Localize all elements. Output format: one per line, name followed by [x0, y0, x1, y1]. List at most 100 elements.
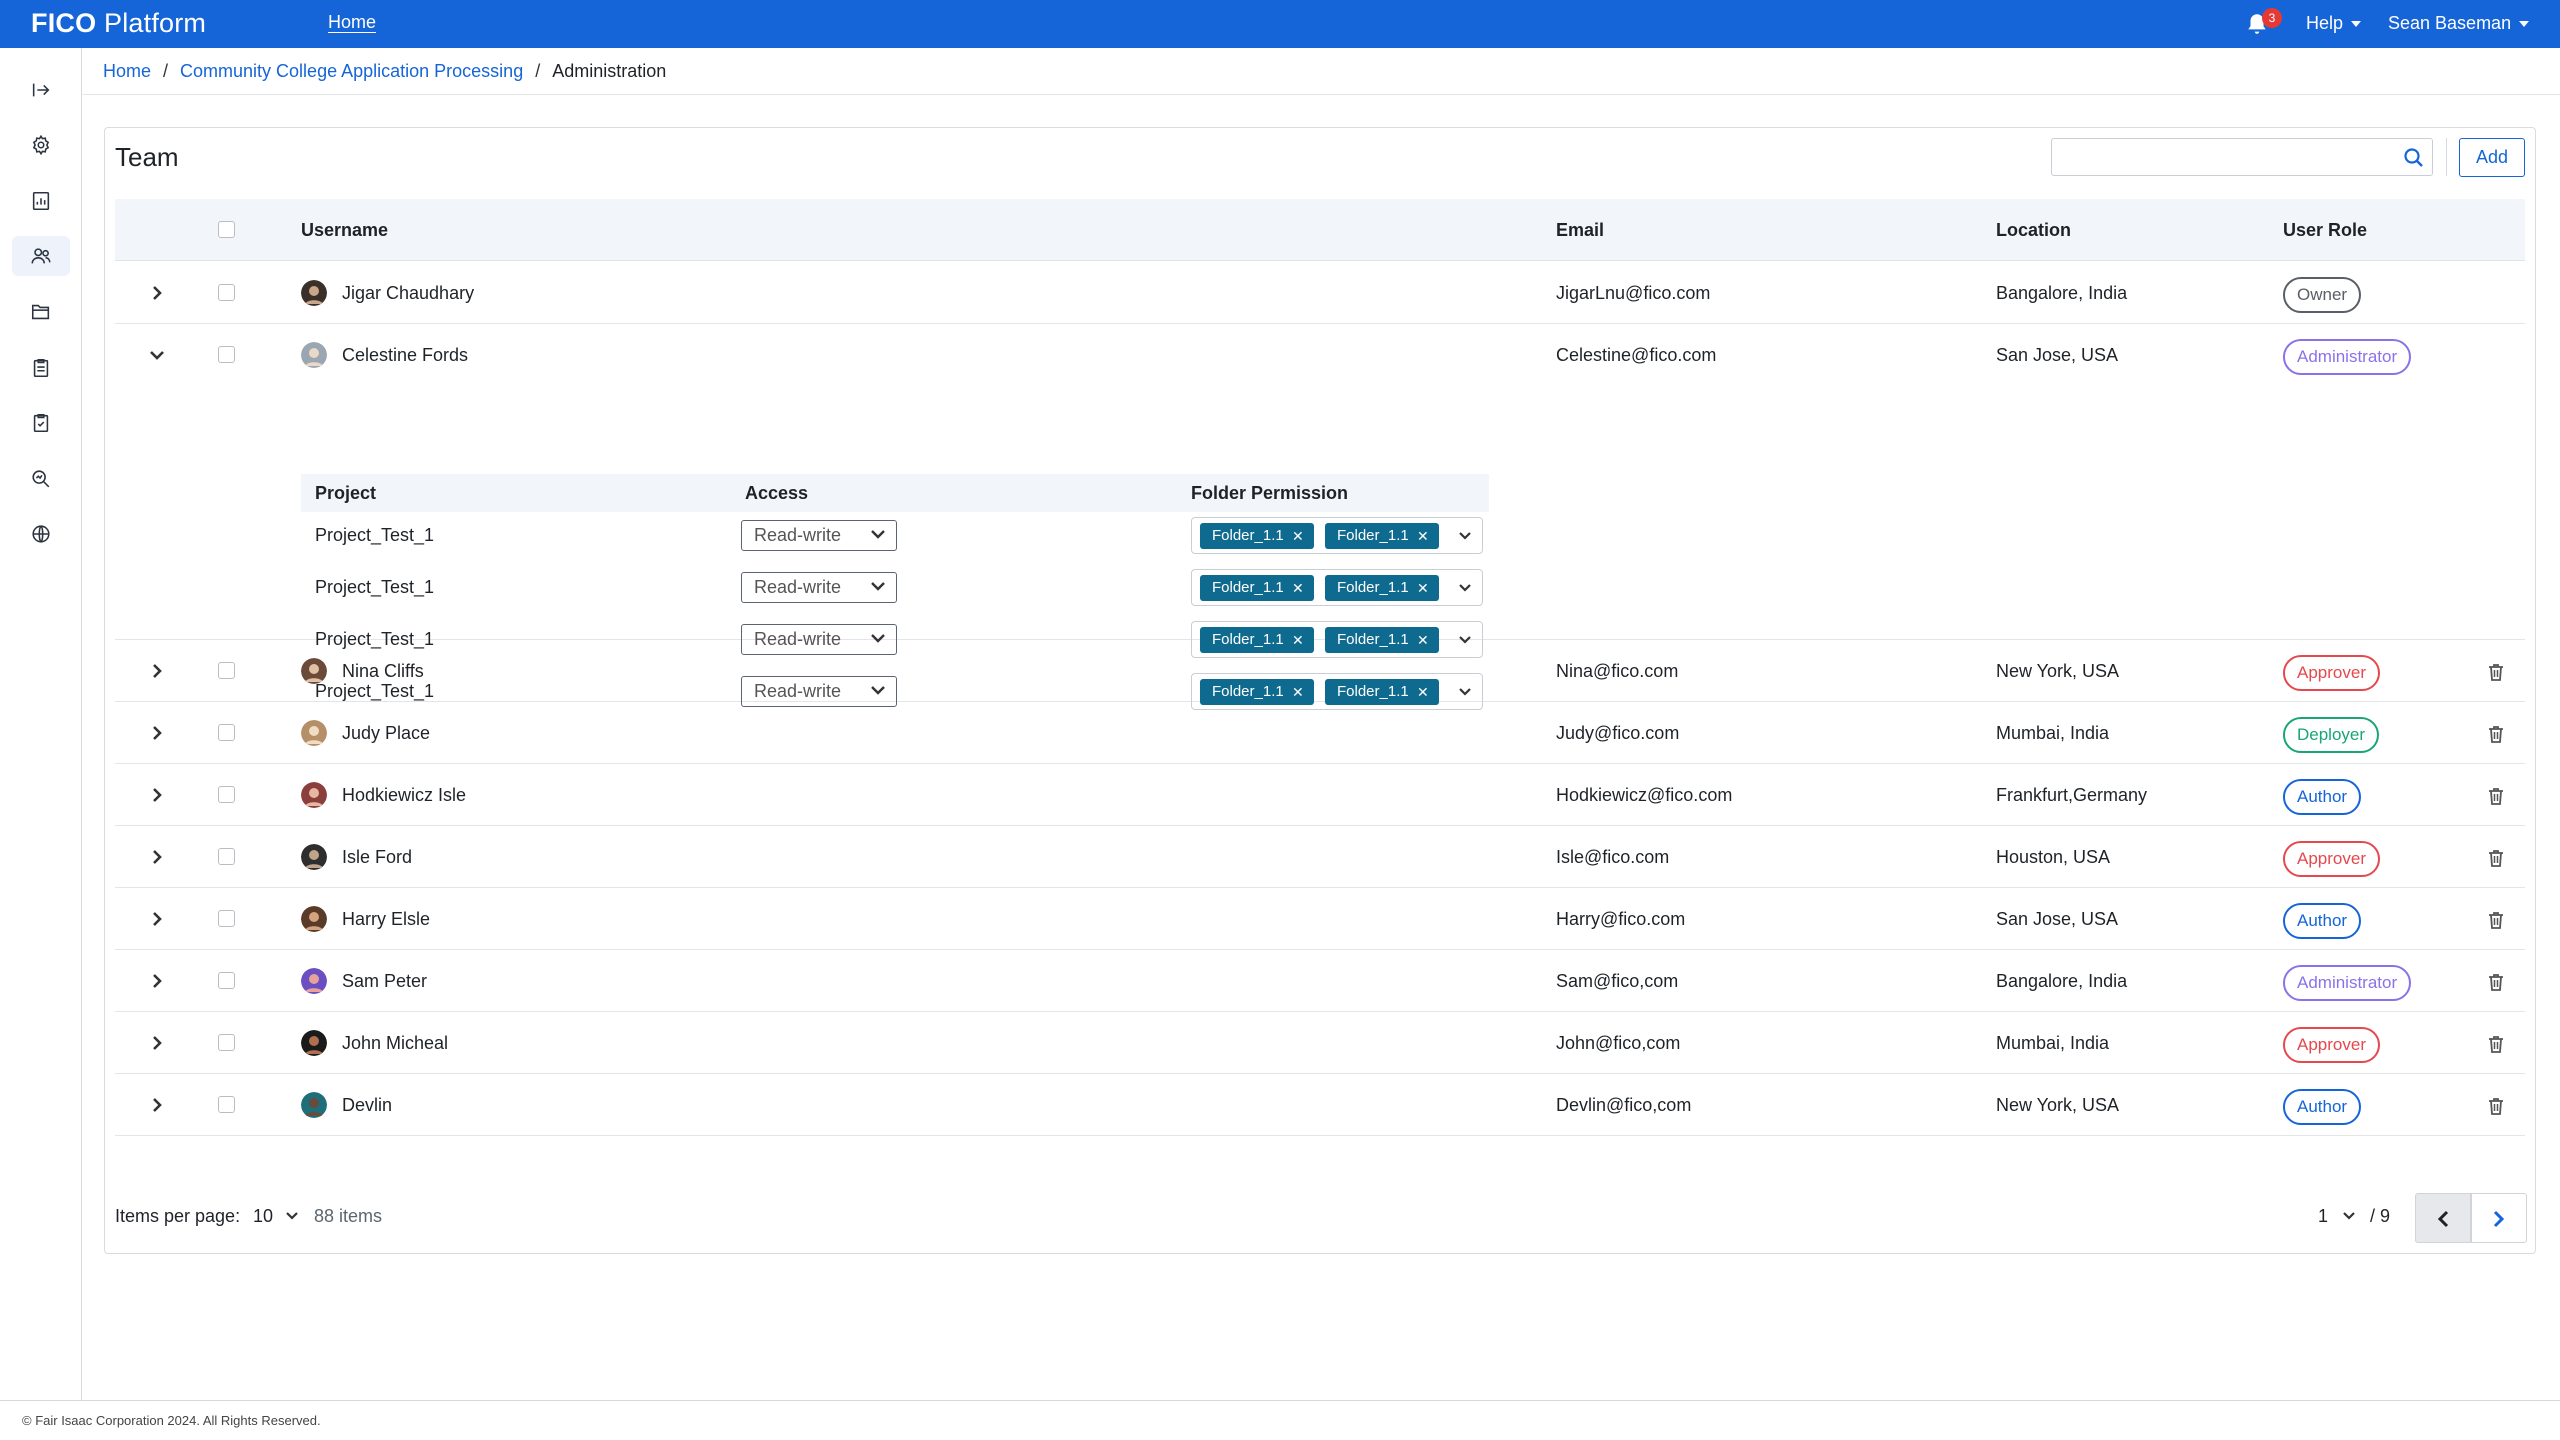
trash-icon[interactable]	[2487, 910, 2505, 930]
close-icon[interactable]: ✕	[1292, 627, 1304, 653]
expand-row-toggle[interactable]	[149, 911, 165, 927]
sidebar-item-settings[interactable]	[12, 125, 70, 165]
close-icon[interactable]: ✕	[1292, 679, 1304, 705]
trash-icon[interactable]	[2487, 848, 2505, 868]
folder-permission-select[interactable]: Folder_1.1 ✕ Folder_1.1 ✕	[1191, 621, 1483, 658]
trash-icon[interactable]	[2487, 1034, 2505, 1054]
search-input[interactable]	[2051, 138, 2433, 176]
previous-page-button[interactable]	[2415, 1193, 2471, 1243]
row-checkbox[interactable]	[218, 972, 235, 989]
chevron-down-icon[interactable]	[2342, 1211, 2356, 1221]
row-checkbox[interactable]	[218, 724, 235, 741]
folder-chip[interactable]: Folder_1.1 ✕	[1200, 627, 1314, 653]
sidebar-item-expand[interactable]	[12, 70, 70, 110]
folder-chip[interactable]: Folder_1.1 ✕	[1325, 627, 1439, 653]
folder-chip[interactable]: Folder_1.1 ✕	[1200, 575, 1314, 601]
row-checkbox[interactable]	[218, 1034, 235, 1051]
sidebar-item-team[interactable]	[12, 236, 70, 276]
chevron-down-icon[interactable]	[1458, 687, 1472, 697]
select-all-checkbox[interactable]	[218, 221, 235, 238]
location-cell: Houston, USA	[1996, 847, 2111, 867]
expand-row-toggle[interactable]	[149, 663, 165, 679]
expand-row-toggle[interactable]	[149, 849, 165, 865]
folder-chip[interactable]: Folder_1.1 ✕	[1325, 679, 1439, 705]
column-email[interactable]: Email	[1556, 199, 1604, 261]
expand-row-toggle[interactable]	[149, 725, 165, 741]
expand-row-toggle[interactable]	[149, 787, 165, 803]
help-menu[interactable]: Help	[2306, 13, 2362, 34]
close-icon[interactable]: ✕	[1417, 523, 1429, 549]
nav-home-link[interactable]: Home	[328, 12, 376, 33]
table-row[interactable]: Harry Elsle Harry@fico.com San Jose, USA Au…	[115, 888, 2525, 950]
table-row[interactable]: Hodkiewicz Isle Hodkiewicz@fico.com Frankf…	[115, 764, 2525, 826]
search-icon[interactable]	[2402, 146, 2426, 170]
folder-chip[interactable]: Folder_1.1 ✕	[1200, 679, 1314, 705]
sidebar-item-documents[interactable]	[12, 348, 70, 388]
expand-row-toggle[interactable]	[149, 1035, 165, 1051]
table-row[interactable]: Devlin Devlin@fico,com New York, USA Author	[115, 1074, 2525, 1136]
trash-icon[interactable]	[2487, 662, 2505, 682]
sidebar-item-reports[interactable]	[12, 181, 70, 221]
expand-row-toggle[interactable]	[149, 973, 165, 989]
access-select[interactable]: Read-write	[741, 520, 897, 551]
breadcrumb-home[interactable]: Home	[103, 61, 151, 81]
location-cell: Mumbai, India	[1996, 723, 2110, 743]
expand-row-toggle[interactable]	[149, 1097, 165, 1113]
close-icon[interactable]: ✕	[1292, 523, 1304, 549]
expand-row-toggle[interactable]	[149, 285, 165, 301]
row-checkbox[interactable]	[218, 662, 235, 679]
row-checkbox[interactable]	[218, 346, 235, 363]
sidebar-item-global[interactable]	[12, 514, 70, 554]
row-checkbox[interactable]	[218, 284, 235, 301]
row-checkbox[interactable]	[218, 1096, 235, 1113]
items-per-page-select[interactable]: 10	[253, 1206, 273, 1227]
trash-icon[interactable]	[2487, 786, 2505, 806]
folder-chip[interactable]: Folder_1.1 ✕	[1200, 523, 1314, 549]
close-icon[interactable]: ✕	[1417, 627, 1429, 653]
checklist-icon	[33, 413, 49, 433]
table-row[interactable]: Celestine Fords Celestine@fico.com San Jos…	[115, 324, 2525, 386]
folder-chip[interactable]: Folder_1.1 ✕	[1325, 523, 1439, 549]
access-value: Read-write	[754, 629, 842, 649]
trash-icon[interactable]	[2487, 724, 2505, 744]
access-select[interactable]: Read-write	[741, 676, 897, 707]
row-checkbox[interactable]	[218, 848, 235, 865]
sidebar-item-analysis[interactable]	[12, 459, 70, 499]
location-cell: Frankfurt,Germany	[1996, 785, 2148, 805]
close-icon[interactable]: ✕	[1417, 575, 1429, 601]
page-select[interactable]: 1	[2318, 1206, 2328, 1227]
trash-icon[interactable]	[2487, 1096, 2505, 1116]
top-bar: FICO Platform Home 3 Help Sean Baseman	[0, 0, 2560, 48]
chevron-down-icon[interactable]	[285, 1211, 299, 1221]
chevron-down-icon[interactable]	[1458, 531, 1472, 541]
access-select[interactable]: Read-write	[741, 572, 897, 603]
column-location[interactable]: Location	[1996, 199, 2071, 261]
row-checkbox[interactable]	[218, 910, 235, 927]
sidebar-item-tasks[interactable]	[12, 403, 70, 443]
user-menu[interactable]: Sean Baseman	[2388, 13, 2530, 34]
folder-permission-select[interactable]: Folder_1.1 ✕ Folder_1.1 ✕	[1191, 673, 1483, 710]
column-username[interactable]: Username	[301, 199, 388, 261]
expand-row-toggle[interactable]	[149, 347, 165, 363]
trash-icon[interactable]	[2487, 972, 2505, 992]
brand-logo[interactable]: FICO Platform	[31, 8, 206, 39]
chevron-down-icon[interactable]	[1458, 583, 1472, 593]
table-row[interactable]: Isle Ford Isle@fico.com Houston, USA Approv…	[115, 826, 2525, 888]
folder-permission-select[interactable]: Folder_1.1 ✕ Folder_1.1 ✕	[1191, 517, 1483, 554]
folder-permission-select[interactable]: Folder_1.1 ✕ Folder_1.1 ✕	[1191, 569, 1483, 606]
sidebar-item-folders[interactable]	[12, 292, 70, 332]
close-icon[interactable]: ✕	[1292, 575, 1304, 601]
avatar	[301, 342, 327, 368]
table-row[interactable]: John Micheal John@fico,com Mumbai, India Ap…	[115, 1012, 2525, 1074]
folder-chip[interactable]: Folder_1.1 ✕	[1325, 575, 1439, 601]
column-user-role[interactable]: User Role	[2283, 199, 2367, 261]
access-select[interactable]: Read-write	[741, 624, 897, 655]
close-icon[interactable]: ✕	[1417, 679, 1429, 705]
next-page-button[interactable]	[2471, 1193, 2527, 1243]
table-row[interactable]: Jigar Chaudhary JigarLnu@fico.com Bangalor…	[115, 262, 2525, 324]
row-checkbox[interactable]	[218, 786, 235, 803]
table-row[interactable]: Sam Peter Sam@fico,com Bangalore, India Adm…	[115, 950, 2525, 1012]
add-button[interactable]: Add	[2459, 138, 2525, 177]
breadcrumb-project[interactable]: Community College Application Processing	[180, 61, 523, 81]
chevron-down-icon[interactable]	[1458, 635, 1472, 645]
